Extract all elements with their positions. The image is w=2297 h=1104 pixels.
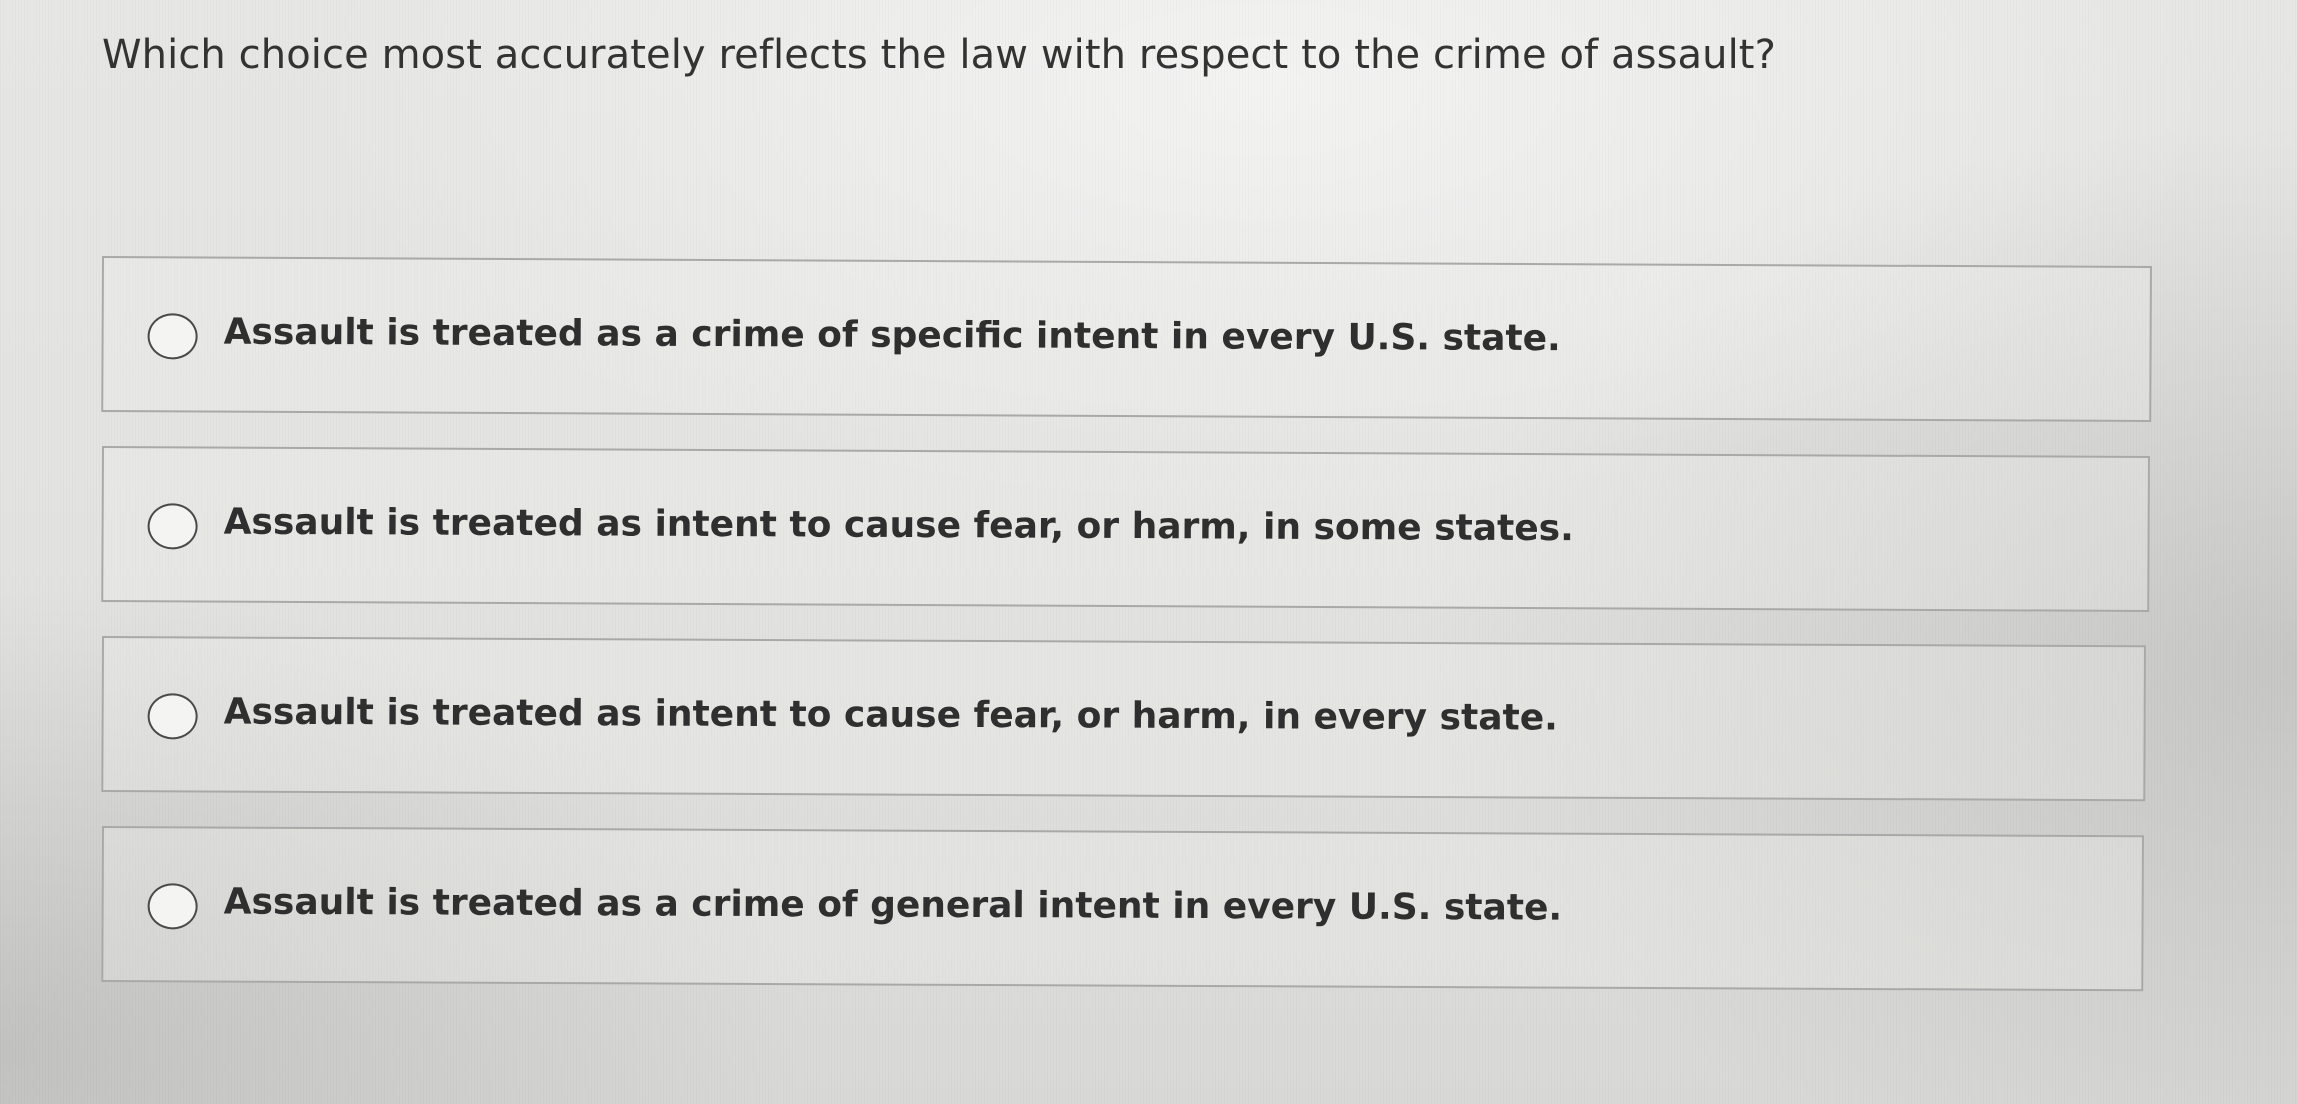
answer-option-label: Assault is treated as a crime of general… <box>223 881 1563 929</box>
answer-option-3[interactable]: Assault is treated as intent to cause fe… <box>101 636 2146 802</box>
answer-option-4[interactable]: Assault is treated as a crime of general… <box>101 826 2144 992</box>
answer-option-label: Assault is treated as intent to cause fe… <box>223 501 1574 550</box>
answer-option-1[interactable]: Assault is treated as a crime of specifi… <box>101 256 2152 423</box>
answer-options: Assault is treated as a crime of specifi… <box>0 0 2297 1104</box>
answer-option-2[interactable]: Assault is treated as intent to cause fe… <box>101 446 2150 613</box>
answer-option-label: Assault is treated as a crime of specifi… <box>223 311 1561 360</box>
radio-button-unselected-icon[interactable] <box>147 693 198 740</box>
radio-button-unselected-icon[interactable] <box>147 883 198 930</box>
radio-button-unselected-icon[interactable] <box>147 503 198 550</box>
radio-button-unselected-icon[interactable] <box>147 313 198 360</box>
answer-option-label: Assault is treated as intent to cause fe… <box>223 691 1558 739</box>
